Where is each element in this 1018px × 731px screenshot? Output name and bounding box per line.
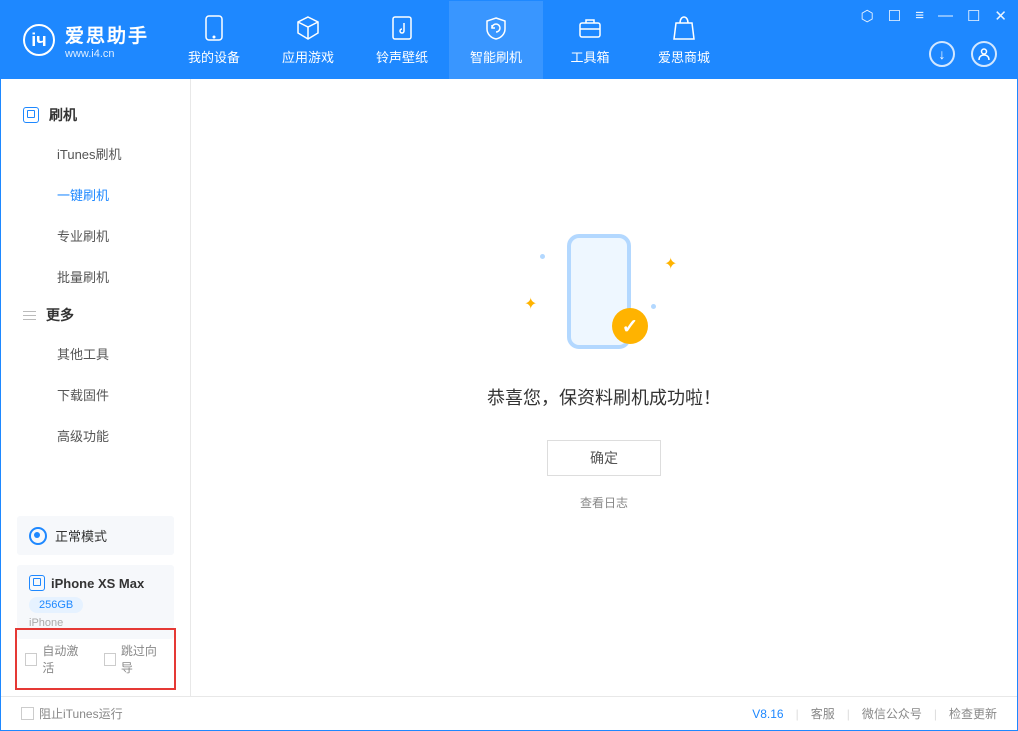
sidebar-item-other-tools[interactable]: 其他工具 xyxy=(1,333,190,374)
download-button[interactable]: ↓ xyxy=(929,41,955,67)
device-icon xyxy=(29,575,45,591)
maximize-button[interactable]: ☐ xyxy=(967,7,980,25)
tab-label: 工具箱 xyxy=(571,47,610,66)
tab-label: 应用游戏 xyxy=(282,47,334,66)
tab-apps[interactable]: 应用游戏 xyxy=(261,1,355,79)
sidebar-item-oneclick-flash[interactable]: 一键刷机 xyxy=(1,174,190,215)
sidebar-item-itunes-flash[interactable]: iTunes刷机 xyxy=(1,133,190,174)
list-icon xyxy=(23,311,36,320)
storage-badge: 256GB xyxy=(29,597,83,613)
sidebar-item-batch-flash[interactable]: 批量刷机 xyxy=(1,256,190,297)
tab-store[interactable]: 爱思商城 xyxy=(637,1,731,79)
close-button[interactable]: ✕ xyxy=(994,7,1007,25)
mode-label: 正常模式 xyxy=(55,526,107,545)
phone-icon xyxy=(201,15,227,41)
tab-toolbox[interactable]: 工具箱 xyxy=(543,1,637,79)
tab-flash[interactable]: 智能刷机 xyxy=(449,1,543,79)
checkbox-icon xyxy=(104,653,116,666)
version-label: V8.16 xyxy=(752,707,783,721)
bag-icon xyxy=(671,15,697,41)
logo-icon: iч xyxy=(23,24,55,56)
tab-label: 爱思商城 xyxy=(658,47,710,66)
sidebar-item-advanced[interactable]: 高级功能 xyxy=(1,415,190,456)
user-button[interactable] xyxy=(971,41,997,67)
tab-ringtones[interactable]: 铃声壁纸 xyxy=(355,1,449,79)
device-name: iPhone XS Max xyxy=(51,576,144,591)
mode-card[interactable]: 正常模式 xyxy=(17,516,174,555)
music-file-icon xyxy=(389,15,415,41)
briefcase-icon xyxy=(577,15,603,41)
highlighted-options: 自动激活 跳过向导 xyxy=(15,628,176,690)
support-link[interactable]: 客服 xyxy=(811,705,835,722)
app-logo: iч 爱思助手 www.i4.cn xyxy=(1,21,167,60)
wechat-link[interactable]: 微信公众号 xyxy=(862,705,922,722)
main-content: ✓ ✦ ✦ 恭喜您，保资料刷机成功啦！ 确定 查看日志 xyxy=(191,79,1017,696)
refresh-shield-icon xyxy=(483,15,509,41)
minimize-button[interactable]: — xyxy=(938,7,953,25)
cube-icon xyxy=(295,15,321,41)
tab-label: 我的设备 xyxy=(188,47,240,66)
check-icon: ✓ xyxy=(612,308,648,344)
tab-label: 智能刷机 xyxy=(470,47,522,66)
checkbox-icon xyxy=(21,707,34,720)
checkbox-block-itunes[interactable]: 阻止iTunes运行 xyxy=(21,705,123,722)
checkbox-auto-activate[interactable]: 自动激活 xyxy=(25,642,88,676)
shirt-icon[interactable]: ⬡ xyxy=(861,7,874,25)
sidebar-item-pro-flash[interactable]: 专业刷机 xyxy=(1,215,190,256)
check-update-link[interactable]: 检查更新 xyxy=(949,705,997,722)
feedback-icon[interactable]: ☐ xyxy=(888,7,901,25)
success-illustration: ✓ ✦ ✦ xyxy=(504,234,704,364)
sidebar-group-flash: 刷机 xyxy=(1,97,190,133)
mode-icon xyxy=(29,527,47,545)
ok-button[interactable]: 确定 xyxy=(547,440,661,476)
tab-my-device[interactable]: 我的设备 xyxy=(167,1,261,79)
phone-small-icon xyxy=(23,107,39,123)
view-log-link[interactable]: 查看日志 xyxy=(580,494,628,511)
sidebar-item-download-firmware[interactable]: 下载固件 xyxy=(1,374,190,415)
checkbox-skip-guide[interactable]: 跳过向导 xyxy=(104,642,167,676)
menu-icon[interactable]: ≡ xyxy=(915,7,924,25)
app-subtitle: www.i4.cn xyxy=(65,48,149,60)
sidebar-group-more: 更多 xyxy=(1,297,190,333)
app-title: 爱思助手 xyxy=(65,21,149,48)
tab-label: 铃声壁纸 xyxy=(376,47,428,66)
success-message: 恭喜您，保资料刷机成功啦！ xyxy=(487,384,721,410)
checkbox-icon xyxy=(25,653,37,666)
